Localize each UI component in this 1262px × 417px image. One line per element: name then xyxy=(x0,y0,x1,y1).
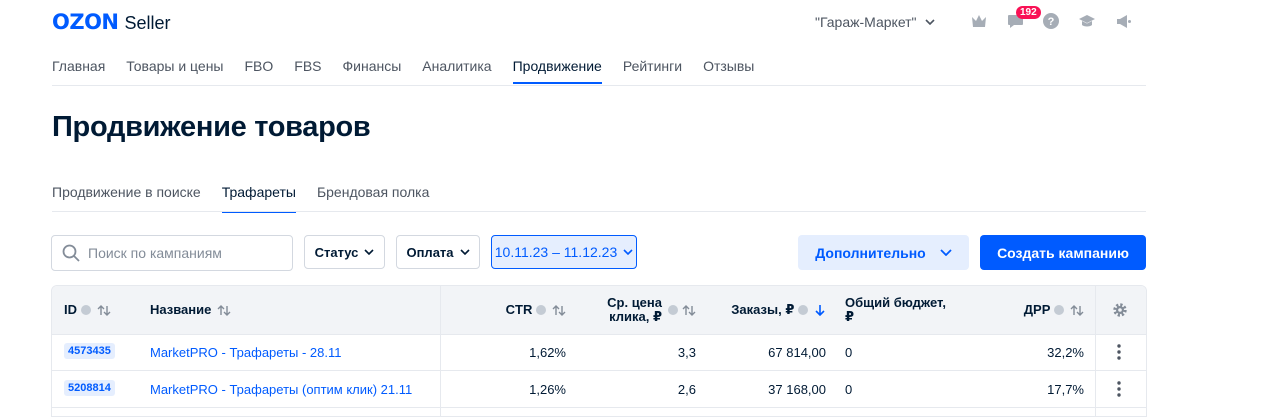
table-row[interactable]: 5208814 MarketPRO - Трафареты (оптим кли… xyxy=(52,371,1146,408)
cpc-value: 2,6 xyxy=(677,382,696,397)
ctr-value: 1,26% xyxy=(529,382,566,397)
more-options-button[interactable]: Дополнительно xyxy=(798,235,969,270)
sort-desc-icon[interactable] xyxy=(814,304,826,316)
drr-value: 17,7% xyxy=(1047,382,1084,397)
budget-value: 0 xyxy=(845,345,853,360)
nav-item-analytics[interactable]: Аналитика xyxy=(422,58,491,84)
ozon-seller-logo[interactable]: OZON Seller xyxy=(52,10,171,34)
nav-item-reviews[interactable]: Отзывы xyxy=(703,58,754,84)
payment-filter-dropdown[interactable]: Оплата xyxy=(396,235,480,269)
table-row[interactable]: 4573435 MarketPRO - Трафареты - 28.11 1,… xyxy=(52,334,1146,371)
nav-item-products[interactable]: Товары и цены xyxy=(126,58,223,84)
chevron-down-icon xyxy=(364,249,374,255)
create-campaign-button[interactable]: Создать кампанию xyxy=(980,235,1146,270)
column-orders-label: Заказы, ₽ xyxy=(731,302,795,317)
tab-search-promotion[interactable]: Продвижение в поиске xyxy=(52,184,201,213)
chevron-down-icon xyxy=(940,249,952,256)
payment-filter-label: Оплата xyxy=(406,244,454,260)
campaign-name-link[interactable]: MarketPRO - Трафареты (оптим клик) 21.11 xyxy=(150,382,412,397)
column-cpc-line1: Ср. цена xyxy=(607,295,662,310)
help-icon[interactable] xyxy=(536,305,547,315)
column-budget[interactable]: Общий бюджет, ₽ xyxy=(845,296,946,324)
nav-item-fbo[interactable]: FBO xyxy=(245,58,274,84)
status-filter-label: Статус xyxy=(314,244,359,260)
column-name[interactable]: Название xyxy=(150,303,231,317)
help-icon[interactable] xyxy=(668,305,678,315)
table-header: ID Название CTR Ср. цена клика, ₽ Заказы… xyxy=(52,286,1146,335)
help-icon[interactable] xyxy=(1054,305,1065,315)
date-range-label: 10.11.23 – 11.12.23 xyxy=(494,244,618,260)
column-ctr[interactable]: CTR xyxy=(506,303,566,317)
search-input[interactable] xyxy=(86,244,280,262)
settings-gear-icon[interactable] xyxy=(1112,302,1128,323)
header-icons: 192 ? xyxy=(969,6,1133,31)
budget-value: 0 xyxy=(845,382,853,397)
main-nav: Главная Товары и цены FBO FBS Финансы Ан… xyxy=(52,58,754,84)
crown-icon[interactable] xyxy=(969,11,989,31)
graduation-cap-icon[interactable] xyxy=(1077,11,1097,31)
date-range-picker[interactable]: 10.11.23 – 11.12.23 xyxy=(491,235,637,269)
campaign-id[interactable]: 5208814 xyxy=(64,380,115,396)
nav-item-home[interactable]: Главная xyxy=(52,58,105,84)
column-id-label: ID xyxy=(64,302,77,317)
search-box xyxy=(51,235,293,271)
sort-icon[interactable] xyxy=(552,305,566,316)
column-orders[interactable]: Заказы, ₽ xyxy=(731,303,826,317)
status-filter-dropdown[interactable]: Статус xyxy=(304,235,385,269)
tab-brand-shelf[interactable]: Брендовая полка xyxy=(317,184,429,213)
campaign-name-link[interactable]: MarketPRO - Трафареты - 28.11 xyxy=(150,345,342,360)
row-menu-icon[interactable] xyxy=(1117,344,1121,365)
sub-nav: Продвижение в поиске Трафареты Брендовая… xyxy=(52,184,429,213)
column-ctr-label: CTR xyxy=(505,302,533,317)
ctr-value: 1,62% xyxy=(529,345,566,360)
messages-badge: 192 xyxy=(1016,6,1041,19)
column-cpc-line2: клика, ₽ xyxy=(609,309,662,324)
tabs-divider xyxy=(52,211,1146,212)
sort-icon[interactable] xyxy=(97,305,111,316)
nav-item-finance[interactable]: Финансы xyxy=(343,58,402,84)
cpc-value: 3,3 xyxy=(677,345,696,360)
shop-name: "Гараж-Маркет" xyxy=(815,14,917,30)
help-icon[interactable]: ? xyxy=(1041,11,1061,31)
sort-icon[interactable] xyxy=(682,304,696,316)
orders-value: 67 814,00 xyxy=(768,345,826,360)
column-drr[interactable]: ДРР xyxy=(1024,303,1084,317)
campaigns-table: ID Название CTR Ср. цена клика, ₽ Заказы… xyxy=(51,285,1147,417)
help-icon[interactable] xyxy=(81,305,91,315)
page-title: Продвижение товаров xyxy=(52,111,371,143)
column-cpc-label: Ср. цена клика, ₽ xyxy=(607,296,662,324)
column-cpc[interactable]: Ср. цена клика, ₽ xyxy=(607,296,696,324)
svg-text:?: ? xyxy=(1048,16,1055,28)
nav-item-fbs[interactable]: FBS xyxy=(294,58,321,84)
tab-banners[interactable]: Трафареты xyxy=(221,184,296,213)
sort-icon[interactable] xyxy=(217,305,231,316)
logo-product: Seller xyxy=(124,13,171,33)
help-icon[interactable] xyxy=(798,305,809,315)
chat-icon[interactable]: 192 xyxy=(1005,6,1041,31)
column-drr-label: ДРР xyxy=(1023,302,1051,317)
column-name-label: Название xyxy=(150,302,212,317)
orders-value: 37 168,00 xyxy=(768,382,826,397)
sort-icon[interactable] xyxy=(1070,305,1084,316)
column-id[interactable]: ID xyxy=(64,303,111,317)
megaphone-icon[interactable] xyxy=(1113,11,1133,31)
drr-value: 32,2% xyxy=(1047,345,1084,360)
chevron-down-icon xyxy=(459,249,470,255)
chevron-down-icon xyxy=(623,249,633,255)
chevron-down-icon xyxy=(924,19,935,25)
search-icon xyxy=(62,244,80,262)
row-menu-icon[interactable] xyxy=(1117,381,1121,402)
nav-item-ratings[interactable]: Рейтинги xyxy=(623,58,682,84)
nav-item-promotion[interactable]: Продвижение xyxy=(512,58,602,84)
column-budget-line1: Общий бюджет, xyxy=(845,295,947,310)
nav-divider xyxy=(52,85,1146,86)
campaign-id[interactable]: 4573435 xyxy=(64,343,115,359)
logo-brand: OZON xyxy=(52,10,119,34)
column-budget-line2: ₽ xyxy=(845,309,855,324)
shop-selector[interactable]: "Гараж-Маркет" xyxy=(815,14,935,30)
more-options-label: Дополнительно xyxy=(815,244,926,261)
